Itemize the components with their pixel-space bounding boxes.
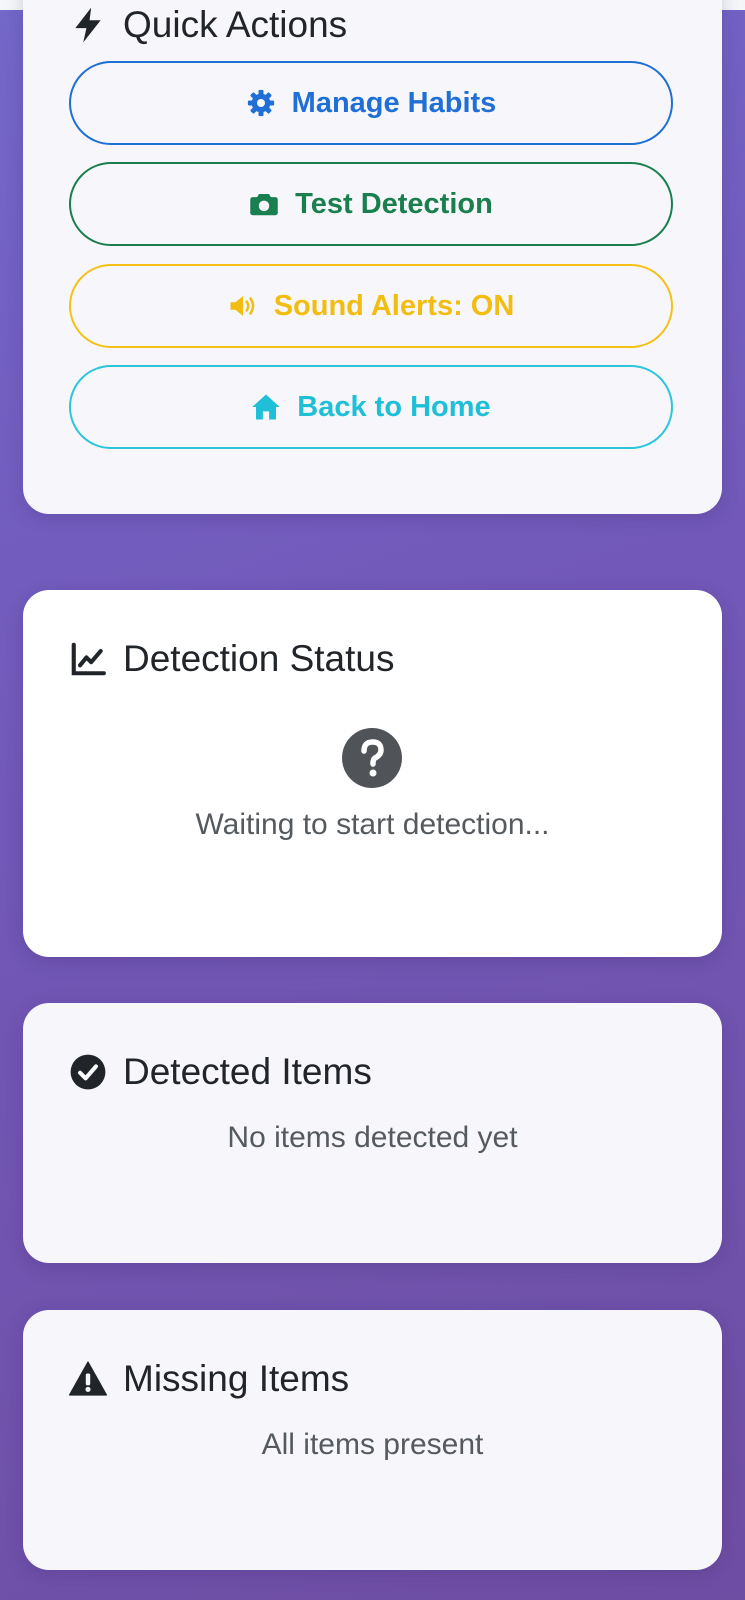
manage-habits-label: Manage Habits <box>291 86 497 119</box>
camera-icon <box>249 189 279 219</box>
detected-items-empty-text: No items detected yet <box>227 1121 518 1154</box>
line-chart-icon <box>69 640 107 678</box>
test-detection-button[interactable]: Test Detection <box>69 162 673 246</box>
missing-items-title-text: Missing Items <box>123 1358 350 1399</box>
home-icon <box>251 392 281 422</box>
back-to-home-button[interactable]: Back to Home <box>69 365 673 449</box>
sound-alerts-toggle-button[interactable]: Sound Alerts: ON <box>69 264 673 348</box>
detection-status-text: Waiting to start detection... <box>195 808 550 841</box>
question-circle-icon <box>342 728 402 788</box>
check-circle-icon <box>69 1053 107 1091</box>
detection-status-title-text: Detection Status <box>123 638 395 679</box>
gear-icon <box>246 88 276 118</box>
detection-status-card: Detection Status Waiting to start detect… <box>23 590 722 957</box>
missing-items-card: Missing Items All items present <box>23 1310 722 1570</box>
detection-status-title: Detection Status <box>69 638 394 680</box>
bolt-icon <box>69 6 107 44</box>
quick-actions-title: Quick Actions <box>69 4 347 46</box>
quick-actions-card: Quick Actions Manage Habits Test Detecti… <box>23 0 722 514</box>
back-to-home-label: Back to Home <box>297 390 491 423</box>
test-detection-label: Test Detection <box>295 187 493 220</box>
manage-habits-button[interactable]: Manage Habits <box>69 61 673 145</box>
warning-triangle-icon <box>69 1360 107 1398</box>
detected-items-title: Detected Items <box>69 1051 372 1093</box>
detected-items-title-text: Detected Items <box>123 1051 372 1092</box>
detected-items-card: Detected Items No items detected yet <box>23 1003 722 1263</box>
sound-alerts-label: Sound Alerts: ON <box>273 289 515 322</box>
missing-items-empty-text: All items present <box>261 1428 484 1461</box>
quick-actions-title-text: Quick Actions <box>123 4 348 45</box>
missing-items-title: Missing Items <box>69 1358 349 1400</box>
speaker-icon <box>228 291 258 321</box>
